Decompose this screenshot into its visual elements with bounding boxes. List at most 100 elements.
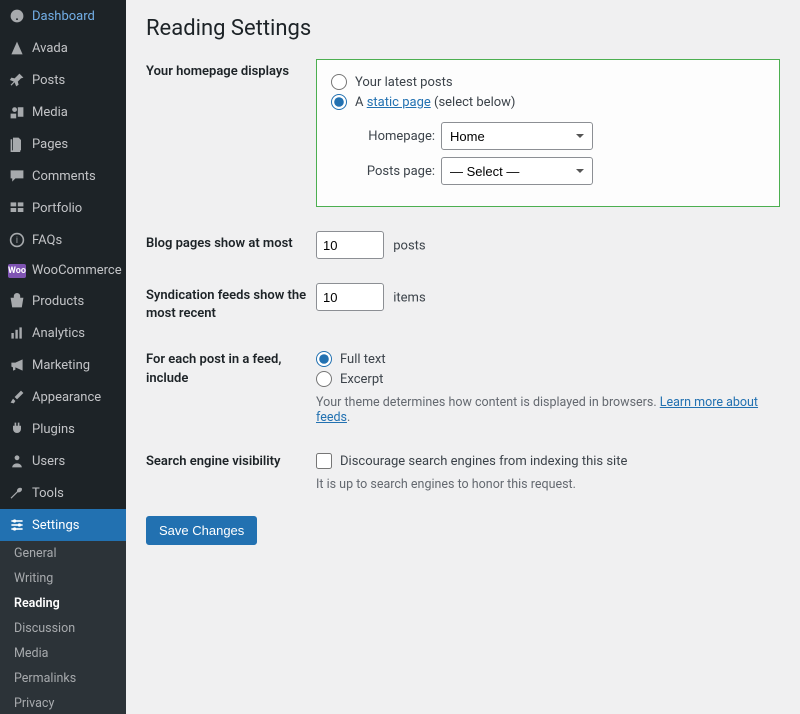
products-icon xyxy=(8,292,26,310)
sidebar-item-products[interactable]: Products xyxy=(0,285,126,317)
megaphone-icon xyxy=(8,356,26,374)
sidebar-item-plugins[interactable]: Plugins xyxy=(0,413,126,445)
sidebar-label: WooCommerce xyxy=(32,263,122,278)
label-blog-pages: Blog pages show at most xyxy=(146,231,316,253)
sidebar-item-posts[interactable]: Posts xyxy=(0,64,126,96)
media-icon xyxy=(8,103,26,121)
search-desc: It is up to search engines to honor this… xyxy=(316,477,780,492)
brush-icon xyxy=(8,388,26,406)
radio-static-label: A static page (select below) xyxy=(355,95,515,110)
sidebar-item-dashboard[interactable]: Dashboard xyxy=(0,0,126,32)
pages-icon xyxy=(8,135,26,153)
homepage-select[interactable]: Home xyxy=(441,122,593,150)
sidebar-item-avada[interactable]: Avada xyxy=(0,32,126,64)
sidebar-label: Users xyxy=(32,454,65,469)
sidebar-item-portfolio[interactable]: Portfolio xyxy=(0,192,126,224)
label-syndication: Syndication feeds show the most recent xyxy=(146,283,316,323)
sidebar-label: Media xyxy=(32,105,68,120)
sub-privacy[interactable]: Privacy xyxy=(0,691,126,714)
blog-pages-unit: posts xyxy=(393,239,425,254)
sidebar-label: Tools xyxy=(32,486,64,501)
homepage-highlight-box: Your latest posts A static page (select … xyxy=(316,59,780,207)
sub-reading[interactable]: Reading xyxy=(0,591,126,616)
label-homepage: Your homepage displays xyxy=(146,59,316,81)
sidebar-item-users[interactable]: Users xyxy=(0,445,126,477)
syndication-input[interactable] xyxy=(316,283,384,311)
woo-icon: Woo xyxy=(8,264,26,278)
sidebar-item-media[interactable]: Media xyxy=(0,96,126,128)
radio-excerpt[interactable]: Excerpt xyxy=(316,371,780,387)
radio-static-input[interactable] xyxy=(331,94,347,110)
sidebar-item-marketing[interactable]: Marketing xyxy=(0,349,126,381)
postspage-select-label: Posts page: xyxy=(355,164,435,179)
svg-text:i: i xyxy=(16,236,18,246)
admin-sidebar: Dashboard Avada Posts Media Pages Commen… xyxy=(0,0,126,714)
row-search-visibility: Search engine visibility Discourage sear… xyxy=(146,449,780,492)
pin-icon xyxy=(8,71,26,89)
sidebar-label: FAQs xyxy=(32,233,62,248)
page-title: Reading Settings xyxy=(146,16,780,41)
analytics-icon xyxy=(8,324,26,342)
blog-pages-input[interactable] xyxy=(316,231,384,259)
radio-latest-input[interactable] xyxy=(331,74,347,90)
radio-excerpt-label: Excerpt xyxy=(340,372,383,387)
row-syndication: Syndication feeds show the most recent i… xyxy=(146,283,780,323)
radio-excerpt-input[interactable] xyxy=(316,371,332,387)
checkbox-discourage[interactable]: Discourage search engines from indexing … xyxy=(316,453,780,469)
sub-general[interactable]: General xyxy=(0,541,126,566)
sidebar-label: Pages xyxy=(32,137,68,152)
sidebar-item-appearance[interactable]: Appearance xyxy=(0,381,126,413)
sidebar-item-tools[interactable]: Tools xyxy=(0,477,126,509)
sub-media[interactable]: Media xyxy=(0,641,126,666)
radio-static-page[interactable]: A static page (select below) xyxy=(331,94,765,110)
radio-full-label: Full text xyxy=(340,352,386,367)
radio-full-text[interactable]: Full text xyxy=(316,351,780,367)
sidebar-label: Products xyxy=(32,294,84,309)
sidebar-label: Analytics xyxy=(32,326,85,341)
sidebar-item-settings[interactable]: Settings xyxy=(0,509,126,541)
sidebar-item-woocommerce[interactable]: Woo WooCommerce xyxy=(0,256,126,285)
sub-writing[interactable]: Writing xyxy=(0,566,126,591)
label-search-visibility: Search engine visibility xyxy=(146,449,316,471)
row-homepage: Your homepage displays Your latest posts… xyxy=(146,59,780,207)
sidebar-label: Avada xyxy=(32,41,68,56)
radio-full-input[interactable] xyxy=(316,351,332,367)
radio-latest-posts[interactable]: Your latest posts xyxy=(331,74,765,90)
sidebar-label: Posts xyxy=(32,73,65,88)
feed-desc: Your theme determines how content is dis… xyxy=(316,395,780,425)
discourage-label: Discourage search engines from indexing … xyxy=(340,454,627,469)
plug-icon xyxy=(8,420,26,438)
settings-submenu: General Writing Reading Discussion Media… xyxy=(0,541,126,714)
sidebar-item-comments[interactable]: Comments xyxy=(0,160,126,192)
label-feed-include: For each post in a feed, include xyxy=(146,347,316,387)
sidebar-label: Dashboard xyxy=(32,9,95,24)
postspage-select[interactable]: — Select — xyxy=(441,157,593,185)
static-page-link[interactable]: static page xyxy=(367,95,431,110)
sidebar-label: Plugins xyxy=(32,422,75,437)
syndication-unit: items xyxy=(393,291,425,306)
sidebar-label: Settings xyxy=(32,518,79,533)
sub-discussion[interactable]: Discussion xyxy=(0,616,126,641)
content-area: Reading Settings Your homepage displays … xyxy=(126,0,800,714)
sidebar-item-pages[interactable]: Pages xyxy=(0,128,126,160)
info-icon: i xyxy=(8,231,26,249)
sidebar-item-analytics[interactable]: Analytics xyxy=(0,317,126,349)
sidebar-label: Portfolio xyxy=(32,201,82,216)
sidebar-label: Appearance xyxy=(32,390,101,405)
row-blog-pages: Blog pages show at most posts xyxy=(146,231,780,259)
sidebar-label: Comments xyxy=(32,169,96,184)
avada-icon xyxy=(8,39,26,57)
sub-permalinks[interactable]: Permalinks xyxy=(0,666,126,691)
settings-icon xyxy=(8,516,26,534)
static-page-selects: Homepage: Home Posts page: — Select — xyxy=(355,122,765,185)
dashboard-icon xyxy=(8,7,26,25)
radio-latest-label: Your latest posts xyxy=(355,75,453,90)
wrench-icon xyxy=(8,484,26,502)
homepage-select-label: Homepage: xyxy=(355,129,435,144)
users-icon xyxy=(8,452,26,470)
row-feed-include: For each post in a feed, include Full te… xyxy=(146,347,780,425)
sidebar-item-faqs[interactable]: i FAQs xyxy=(0,224,126,256)
save-button[interactable]: Save Changes xyxy=(146,516,257,545)
sidebar-label: Marketing xyxy=(32,358,90,373)
discourage-checkbox-input[interactable] xyxy=(316,453,332,469)
